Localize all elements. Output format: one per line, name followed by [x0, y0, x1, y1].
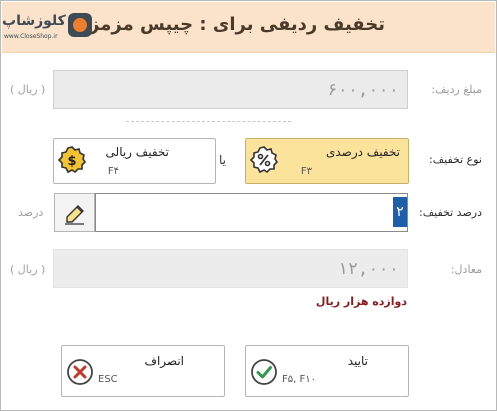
discount-type-label: نوع تخفیف:: [429, 153, 482, 166]
dollar-badge-icon: $: [58, 146, 86, 174]
percent-discount-label: تخفیف درصدی: [325, 145, 400, 159]
dialog-header: تخفیف ردیفی برای : چیپس مزمز کلوزشاپ www…: [2, 2, 495, 53]
equivalent-unit: ( ریال ): [10, 263, 46, 276]
amount-in-words: دوازده هزار ریال: [315, 295, 407, 308]
confirm-shortcut: F۵, F۱۰: [282, 374, 316, 385]
confirm-label: تایید: [347, 354, 368, 368]
confirm-button[interactable]: تایید F۵, F۱۰: [245, 345, 409, 397]
percent-discount-shortcut: F۳: [300, 166, 312, 177]
eraser-pencil-icon: [65, 205, 84, 225]
row-amount-value: ۶۰۰,۰۰۰: [327, 80, 399, 100]
percent-badge-icon: [250, 146, 278, 174]
closeshop-logo: کلوزشاپ www.CloseShop.ir: [2, 11, 92, 45]
dashed-divider: [126, 121, 291, 122]
discount-percent-unit: درصد: [18, 206, 44, 219]
discount-percent-value: ۲: [393, 197, 407, 227]
equivalent-value: ۱۲,۰۰۰: [337, 259, 399, 279]
dialog-title: تخفیف ردیفی برای : چیپس مزمز: [89, 14, 385, 35]
or-label: یا: [219, 153, 226, 167]
logo-badge-icon: [68, 13, 92, 37]
check-circle-icon: [251, 359, 277, 385]
row-amount-unit: ( ریال ): [10, 83, 46, 96]
svg-text:$: $: [67, 154, 76, 169]
cancel-label: انصراف: [144, 354, 184, 368]
row-amount-field: ۶۰۰,۰۰۰: [53, 70, 408, 109]
cancel-button[interactable]: انصراف ESC: [61, 345, 225, 397]
discount-percent-label: درصد تخفیف:: [419, 206, 482, 219]
rial-discount-shortcut: F۴: [107, 166, 119, 177]
close-circle-icon: [67, 359, 93, 385]
edit-button[interactable]: [54, 193, 95, 232]
rial-discount-label: تخفیف ریالی: [105, 145, 169, 159]
equivalent-label: معادل:: [450, 263, 482, 276]
percent-discount-option[interactable]: تخفیف درصدی F۳: [245, 138, 409, 184]
logo-subtext: www.CloseShop.ir: [4, 33, 58, 40]
rial-discount-option[interactable]: تخفیف ریالی F۴ $: [53, 138, 216, 184]
equivalent-field: ۱۲,۰۰۰: [53, 249, 408, 288]
discount-percent-input[interactable]: ۲: [95, 193, 408, 232]
discount-dialog: تخفیف ردیفی برای : چیپس مزمز کلوزشاپ www…: [0, 0, 497, 411]
logo-text: کلوزشاپ: [2, 13, 66, 29]
cancel-shortcut: ESC: [98, 374, 118, 385]
row-amount-label: مبلغ ردیف:: [431, 83, 482, 96]
